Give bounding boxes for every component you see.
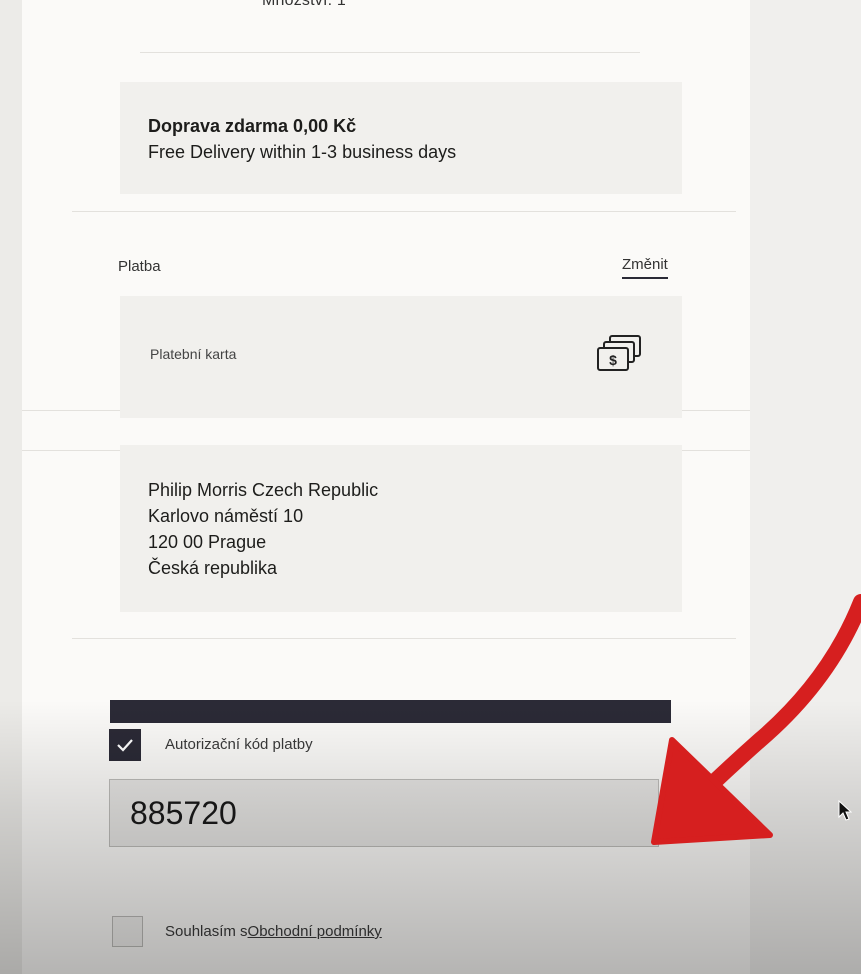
address-card [120, 445, 682, 612]
quantity-text: Množství: 1 [262, 0, 347, 9]
divider [22, 410, 120, 411]
payment-label: Platba [118, 258, 161, 275]
divider [140, 52, 640, 53]
change-payment-link[interactable]: Změnit [622, 256, 668, 279]
delivery-card [120, 82, 682, 194]
section-header-bar [110, 700, 671, 723]
authorization-checkbox[interactable] [109, 729, 141, 761]
divider [682, 410, 750, 411]
svg-text:$: $ [609, 352, 617, 368]
terms-prefix: Souhlasím s [165, 923, 248, 940]
money-card-icon: $ [597, 335, 641, 371]
address-line-city: 120 00 Prague [148, 532, 267, 552]
mouse-cursor-icon [838, 800, 852, 821]
address-line-street: Karlovo náměstí 10 [148, 506, 304, 526]
divider [72, 211, 736, 212]
address-line-country: Česká republika [148, 558, 278, 578]
left-background [0, 0, 22, 974]
divider [72, 638, 736, 639]
authorization-label: Autorizační kód platby [165, 736, 313, 753]
divider [22, 450, 120, 451]
right-background [750, 0, 861, 974]
authorization-code-input[interactable] [109, 779, 659, 847]
payment-method-label: Platební karta [150, 346, 237, 362]
terms-label: Souhlasím sObchodní podmínky [165, 923, 382, 940]
terms-link[interactable]: Obchodní podmínky [248, 923, 382, 940]
address-line-company: Philip Morris Czech Republic [148, 480, 379, 500]
delivery-title: Doprava zdarma 0,00 Kč [148, 116, 357, 136]
terms-checkbox[interactable] [112, 916, 143, 947]
delivery-subtitle: Free Delivery within 1-3 business days [148, 142, 457, 162]
divider [682, 450, 750, 451]
checkmark-icon [117, 739, 133, 752]
